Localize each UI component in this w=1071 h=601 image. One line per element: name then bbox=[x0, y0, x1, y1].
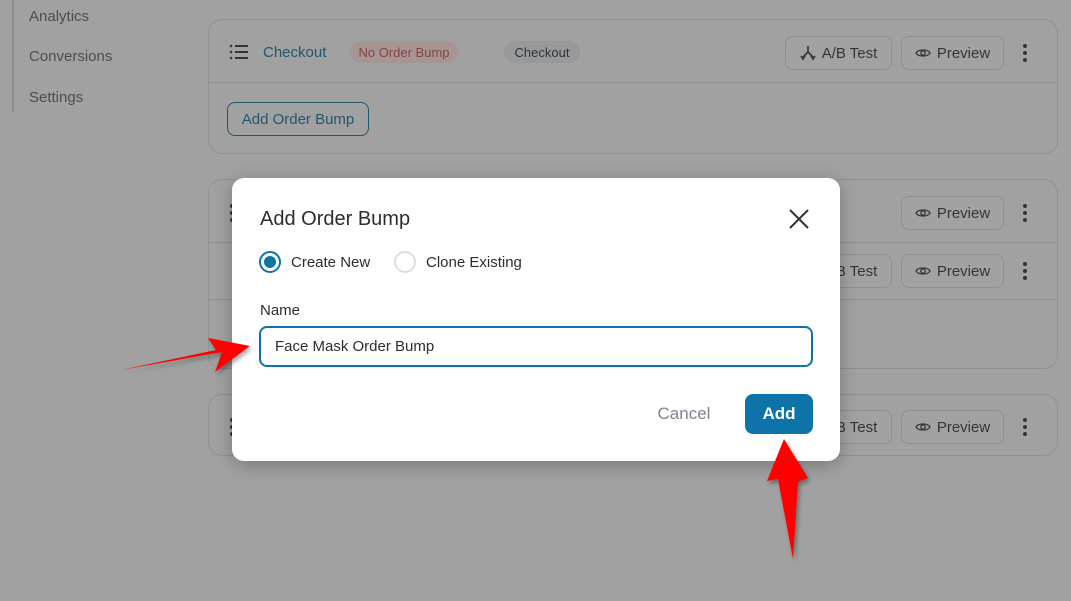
add-order-bump-dialog: Add Order Bump Create New Clone Existing… bbox=[232, 178, 840, 461]
radio-unchecked-icon[interactable] bbox=[394, 251, 416, 273]
close-icon[interactable] bbox=[788, 208, 810, 230]
add-button[interactable]: Add bbox=[745, 394, 813, 434]
radio-clone-existing[interactable]: Clone Existing bbox=[394, 251, 522, 273]
name-field-label: Name bbox=[260, 302, 301, 319]
cancel-button[interactable]: Cancel bbox=[644, 394, 724, 434]
name-input[interactable] bbox=[259, 326, 813, 367]
dialog-title: Add Order Bump bbox=[260, 208, 411, 230]
radio-label: Create New bbox=[291, 253, 371, 271]
radio-checked-icon[interactable] bbox=[259, 251, 281, 273]
radio-label: Clone Existing bbox=[426, 253, 522, 271]
radio-create-new[interactable]: Create New bbox=[259, 251, 370, 273]
